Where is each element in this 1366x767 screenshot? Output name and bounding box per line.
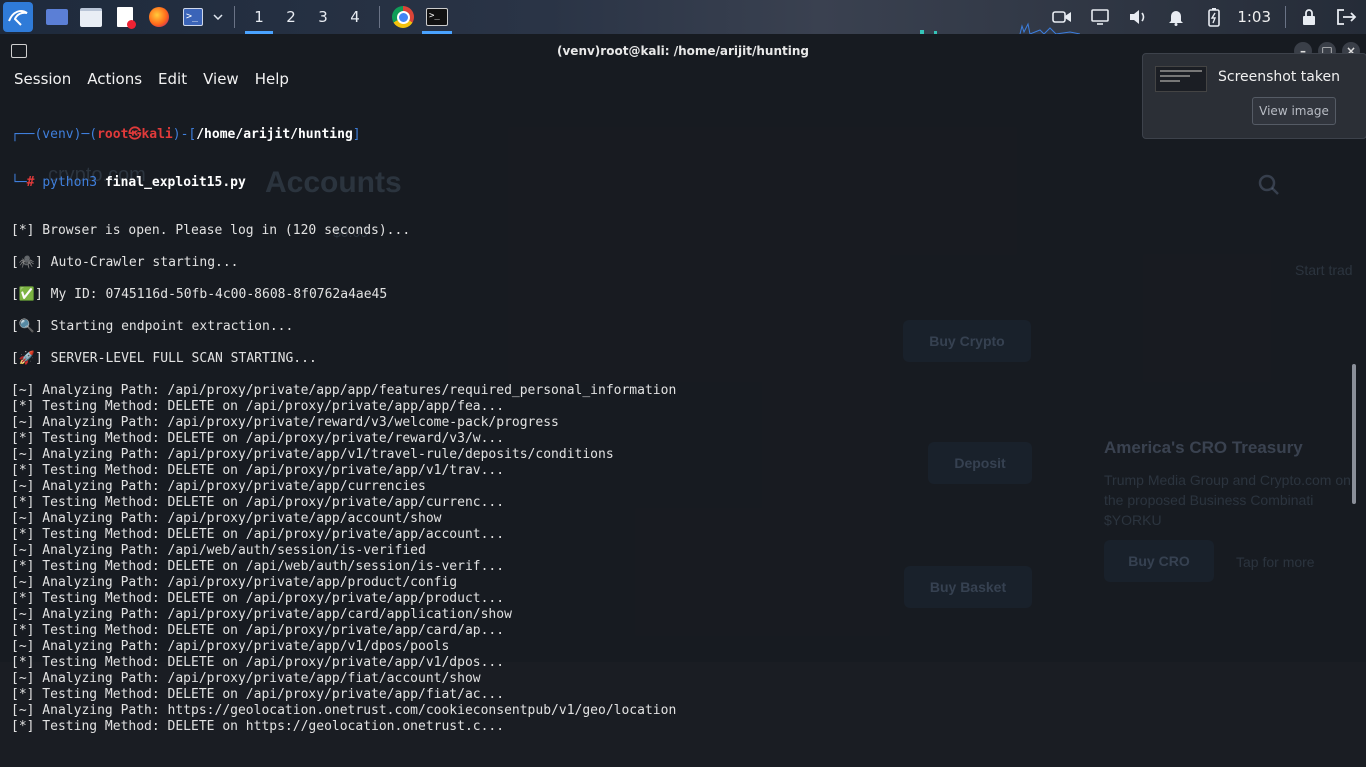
output-line: [🚀] SERVER-LEVEL FULL SCAN STARTING... — [11, 351, 317, 366]
system-tray: 1:03 — [1043, 0, 1366, 34]
prompt-user: root — [97, 127, 129, 142]
workspace-3[interactable]: 3 — [307, 0, 339, 34]
menu-edit[interactable]: Edit — [158, 70, 187, 88]
prompt-path: /home/arijit/hunting — [196, 127, 353, 142]
terminal-task[interactable]: >_ — [422, 0, 452, 34]
output-line: [✅] My ID: 0745116d-50fb-4c00-8608-8f076… — [11, 287, 388, 302]
display-icon[interactable] — [1088, 6, 1112, 28]
output-line: [*] Testing Method: DELETE on /api/proxy… — [11, 655, 505, 670]
chrome-icon — [392, 6, 414, 28]
terminal-window-icon — [11, 44, 27, 58]
menu-help[interactable]: Help — [255, 70, 289, 88]
file-manager-icon[interactable] — [79, 6, 103, 28]
chrome-task[interactable] — [388, 0, 418, 34]
output-line: [~] Analyzing Path: https://geolocation.… — [11, 703, 677, 718]
output-line: [*] Testing Method: DELETE on /api/proxy… — [11, 431, 505, 446]
output-line: [*] Testing Method: DELETE on /api/proxy… — [11, 463, 505, 478]
output-line: [*] Testing Method: DELETE on /api/proxy… — [11, 527, 505, 542]
menu-view[interactable]: View — [203, 70, 239, 88]
show-desktop-icon[interactable] — [45, 6, 69, 28]
command-line: └─# python3 final_exploit15.py — [11, 175, 246, 190]
command-name: python3 — [42, 175, 98, 190]
output-line: [~] Analyzing Path: /api/web/auth/sessio… — [11, 543, 426, 558]
output-line: [*] Testing Method: DELETE on /api/proxy… — [11, 591, 505, 606]
output-line: [~] Analyzing Path: /api/proxy/private/a… — [11, 479, 426, 494]
workspace-2[interactable]: 2 — [275, 0, 307, 34]
taskbar-separator — [234, 6, 235, 28]
taskbar-separator — [379, 6, 380, 28]
output-line: [*] Browser is open. Please log in (120 … — [11, 223, 411, 238]
command-arg: final_exploit15.py — [104, 175, 246, 190]
output-line: [🔍] Starting endpoint extraction... — [11, 319, 294, 334]
view-image-button[interactable]: View image — [1252, 97, 1336, 125]
terminal-icon: >_ — [426, 8, 448, 26]
output-line: [~] Analyzing Path: /api/proxy/private/a… — [11, 575, 458, 590]
output-line: [~] Analyzing Path: /api/proxy/private/a… — [11, 607, 512, 622]
output-line: [~] Analyzing Path: /api/proxy/private/a… — [11, 383, 677, 398]
screenshot-thumbnail[interactable] — [1155, 66, 1207, 92]
lock-icon[interactable] — [1297, 6, 1321, 28]
output-line: [*] Testing Method: DELETE on /api/proxy… — [11, 687, 505, 702]
text-editor-icon[interactable] — [113, 6, 137, 29]
taskbar: >_ 1 2 3 4 >_ 1:03 — [0, 0, 1366, 34]
menu-actions[interactable]: Actions — [87, 70, 142, 88]
notification-title: Screenshot taken — [1218, 69, 1340, 85]
prompt-host: kali — [141, 127, 173, 142]
prompt-at: ㉿ — [128, 127, 142, 142]
output-line: [🕷️] Auto-Crawler starting... — [11, 255, 239, 270]
terminal-launcher-icon[interactable]: >_ — [181, 6, 205, 28]
output-line: [*] Testing Method: DELETE on /api/proxy… — [11, 399, 505, 414]
workspace-4[interactable]: 4 — [339, 0, 371, 34]
output-line: [*] Testing Method: DELETE on /api/proxy… — [11, 623, 505, 638]
battery-icon[interactable] — [1202, 6, 1226, 28]
output-line: [~] Analyzing Path: /api/proxy/private/r… — [11, 415, 559, 430]
logout-icon[interactable] — [1335, 6, 1359, 28]
output-lines: [*] Browser is open. Please log in (120 … — [11, 223, 1341, 735]
terminal-output[interactable]: ┌──(venv)─(root㉿kali)-[/home/arijit/hunt… — [11, 95, 1341, 767]
output-line: [*] Testing Method: DELETE on https://ge… — [11, 719, 505, 734]
terminal-scrollbar[interactable] — [1352, 364, 1356, 504]
firefox-icon[interactable] — [147, 6, 171, 28]
window-title: (venv)root@kali: /home/arijit/hunting — [557, 44, 809, 58]
workspace-1[interactable]: 1 — [243, 0, 275, 34]
screenshot-notification[interactable]: Screenshot taken View image — [1142, 53, 1366, 139]
clock[interactable]: 1:03 — [1237, 8, 1271, 26]
taskbar-separator — [1285, 6, 1286, 28]
prompt-venv: (venv) — [34, 127, 82, 142]
camera-icon[interactable] — [1050, 6, 1074, 28]
chevron-down-icon[interactable] — [212, 6, 224, 28]
output-line: [*] Testing Method: DELETE on /api/web/a… — [11, 559, 505, 574]
notification-bell-icon[interactable] — [1164, 6, 1188, 28]
output-line: [~] Analyzing Path: /api/proxy/private/a… — [11, 447, 614, 462]
output-line: [~] Analyzing Path: /api/proxy/private/a… — [11, 511, 442, 526]
menu-session[interactable]: Session — [14, 70, 71, 88]
output-line: [~] Analyzing Path: /api/proxy/private/a… — [11, 671, 481, 686]
kali-menu-icon[interactable] — [3, 2, 33, 32]
output-line: [~] Analyzing Path: /api/proxy/private/a… — [11, 639, 450, 654]
output-line: [*] Testing Method: DELETE on /api/proxy… — [11, 495, 505, 510]
volume-icon[interactable] — [1126, 6, 1150, 28]
